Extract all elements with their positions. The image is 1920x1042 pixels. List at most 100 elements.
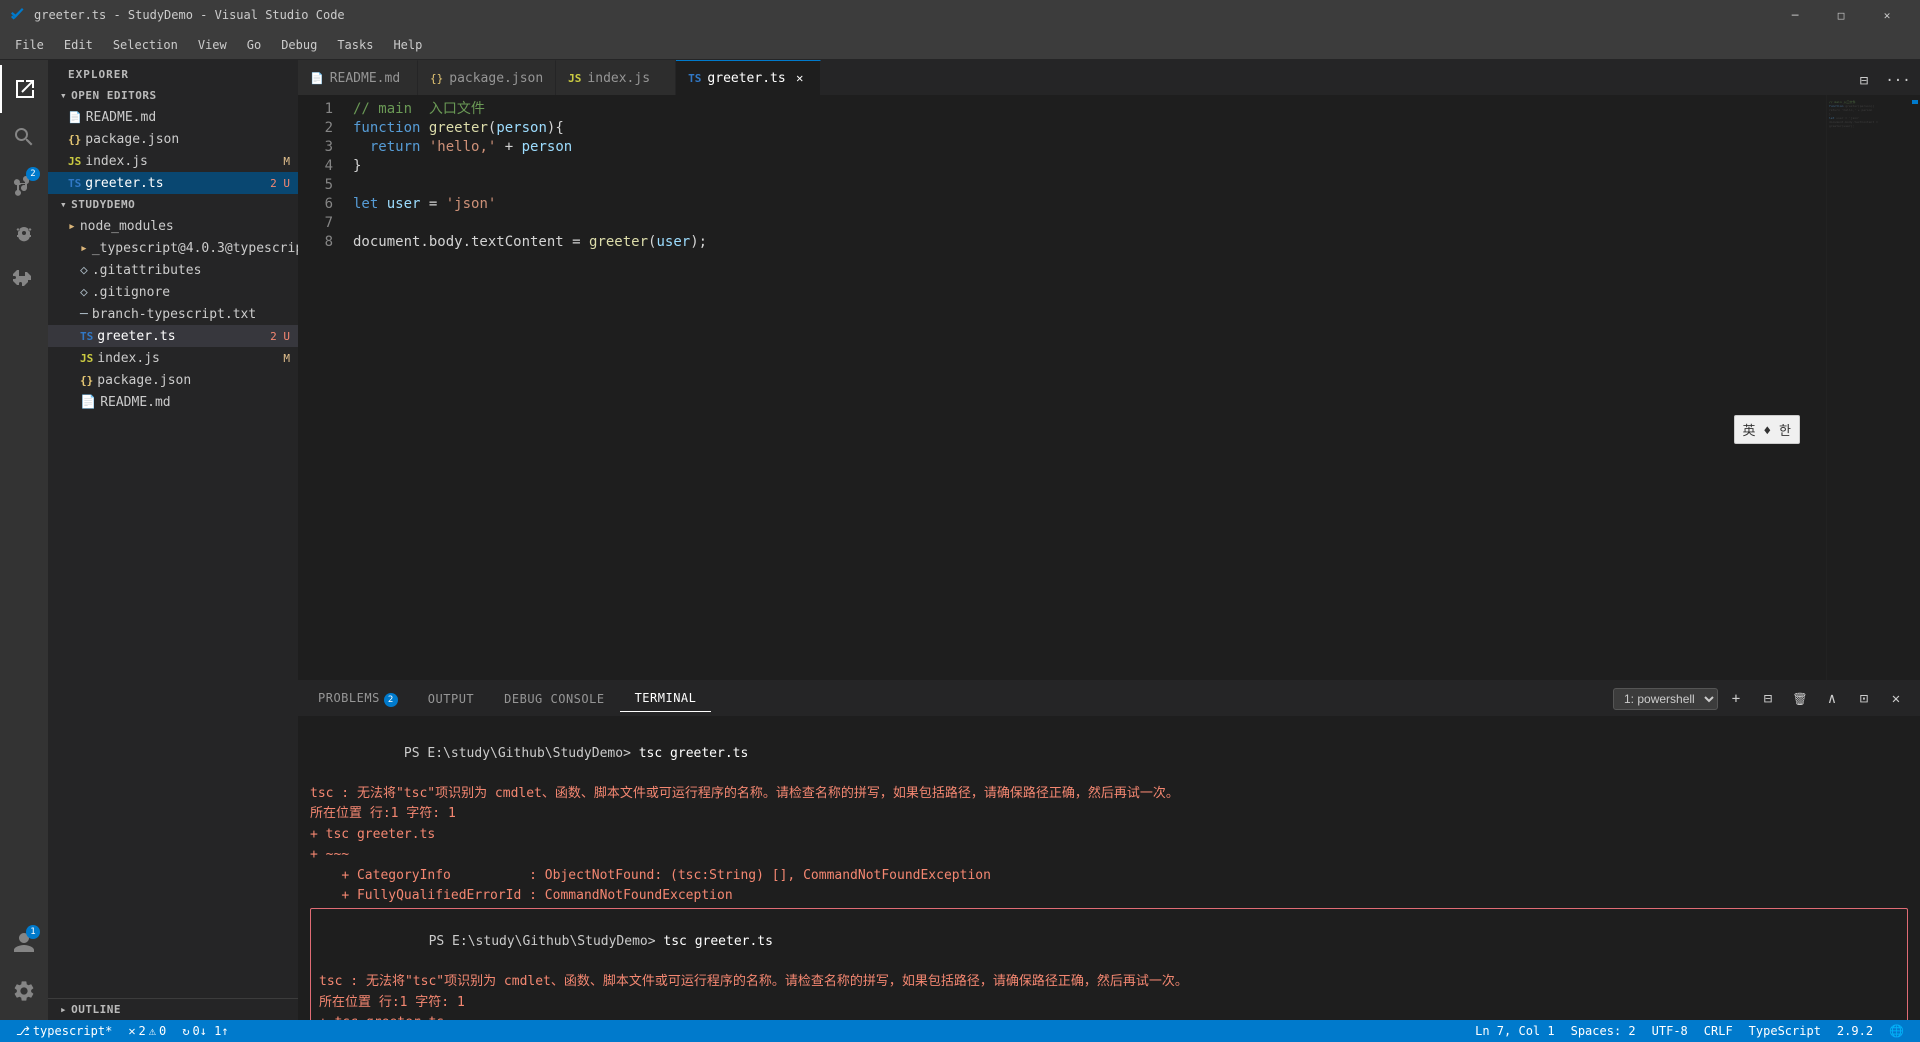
menu-edit[interactable]: Edit (54, 34, 103, 56)
code-line-7 (353, 214, 1826, 233)
open-editors-section[interactable]: ▾ Open Editors (48, 85, 298, 106)
indentation[interactable]: Spaces: 2 (1563, 1020, 1644, 1042)
readme-item[interactable]: 📄 README.md (48, 391, 298, 413)
split-terminal-button[interactable]: ⊟ (1754, 685, 1782, 713)
menu-debug[interactable]: Debug (271, 34, 327, 56)
packagejson-item[interactable]: {} package.json (48, 369, 298, 391)
errors-status[interactable]: ✕ 2 ⚠ 0 (120, 1020, 174, 1042)
accounts-badge: 1 (26, 925, 40, 939)
code-line-4: } (353, 157, 1826, 176)
tab-readme[interactable]: 📄 README.md (298, 60, 418, 95)
terminal-content[interactable]: PS E:\study\Github\StudyDemo> tsc greete… (298, 716, 1920, 1020)
node-modules-item[interactable]: ▸ node_modules (48, 215, 298, 237)
ts-file-icon: TS (68, 177, 81, 190)
feedback-icon: 🌐 (1889, 1024, 1904, 1038)
open-editor-indexjs[interactable]: JS index.js M (48, 150, 298, 172)
panel-tabs: PROBLEMS2 OUTPUT DEBUG CONSOLE TERMINAL … (298, 681, 1920, 716)
close-button[interactable]: ✕ (1864, 0, 1910, 30)
readme-icon: 📄 (80, 395, 96, 410)
menu-tasks[interactable]: Tasks (327, 34, 383, 56)
folder-icon-2: ▸ (80, 241, 88, 256)
terminal-error-line-6: + FullyQualifiedErrorId : CommandNotFoun… (310, 886, 1908, 906)
studydemo-section[interactable]: ▾ StudyDemo (48, 194, 298, 215)
code-area[interactable]: // main 入口文件 function greeter(person){ r… (343, 95, 1826, 680)
js-file-icon: JS (68, 155, 81, 168)
maximize-button[interactable]: □ (1818, 0, 1864, 30)
ts-version[interactable]: 2.9.2 (1829, 1020, 1881, 1042)
js-tab-icon: JS (568, 72, 581, 85)
warning-icon: ⚠ (149, 1024, 156, 1038)
typescript-item[interactable]: ▸ _typescript@4.0.3@typescript (48, 237, 298, 259)
menu-file[interactable]: File (5, 34, 54, 56)
feedback-button[interactable]: 🌐 (1881, 1020, 1912, 1042)
panel-toolbar: 1: powershell + ⊟ 🗑 ∧ ⊡ ✕ (1613, 685, 1915, 713)
panel-close-button[interactable]: ✕ (1882, 685, 1910, 713)
editor-tabs: 📄 README.md {} package.json JS index.js … (298, 60, 1920, 95)
sync-icon: ↻ (182, 1024, 189, 1038)
editor-area: 📄 README.md {} package.json JS index.js … (298, 60, 1920, 1020)
chevron-right-icon: ▸ (60, 1003, 67, 1016)
explorer-activity-icon[interactable] (0, 65, 48, 113)
tab-indexjs[interactable]: JS index.js (556, 60, 676, 95)
outline-section[interactable]: ▸ Outline (48, 998, 298, 1020)
menu-go[interactable]: Go (237, 34, 271, 56)
indexjs-item[interactable]: JS index.js M (48, 347, 298, 369)
ime-popup: 英 ♦ 한 (1734, 415, 1800, 444)
extensions-activity-icon[interactable] (0, 257, 48, 305)
terminal-selector[interactable]: 1: powershell (1613, 688, 1718, 710)
code-line-3: return 'hello,' + person (353, 138, 1826, 157)
gitattributes-item[interactable]: ◇ .gitattributes (48, 259, 298, 281)
menu-help[interactable]: Help (383, 34, 432, 56)
ts-tab-icon: TS (688, 72, 701, 85)
encoding[interactable]: UTF-8 (1644, 1020, 1696, 1042)
tab-packagejson[interactable]: {} package.json (418, 60, 556, 95)
minimize-button[interactable]: ─ (1772, 0, 1818, 30)
ts-badge: 2 U (270, 330, 290, 343)
branch-txt-item[interactable]: ─ branch-typescript.txt (48, 303, 298, 325)
menu-view[interactable]: View (188, 34, 237, 56)
ts-icon: TS (80, 330, 93, 343)
open-editor-packagejson[interactable]: {} package.json (48, 128, 298, 150)
open-editor-readme[interactable]: 📄 README.md (48, 106, 298, 128)
output-tab[interactable]: OUTPUT (413, 686, 489, 712)
sidebar-header: Explorer (48, 60, 298, 85)
accounts-activity-icon[interactable]: 1 (0, 919, 48, 967)
panel-maximize-button[interactable]: ∧ (1818, 685, 1846, 713)
sync-status[interactable]: ↻ 0↓ 1↑ (174, 1020, 236, 1042)
titlebar-controls: ─ □ ✕ (1772, 0, 1910, 30)
problems-tab[interactable]: PROBLEMS2 (303, 685, 413, 713)
new-terminal-button[interactable]: + (1722, 685, 1750, 713)
menu-selection[interactable]: Selection (103, 34, 188, 56)
line-ending[interactable]: CRLF (1696, 1020, 1741, 1042)
open-editor-greetertts[interactable]: TS greeter.ts 2 U (48, 172, 298, 194)
more-actions-button[interactable]: ··· (1884, 67, 1912, 95)
gitignore-icon: ◇ (80, 285, 88, 300)
terminal-highlighted-error-1: tsc : 无法将"tsc"项识别为 cmdlet、函数、脚本文件或可运行程序的… (319, 972, 1899, 992)
minimap: // main 入口文件 function greeter(person){ r… (1826, 95, 1906, 680)
code-line-8: document.body.textContent = greeter(user… (353, 233, 1826, 252)
greetertts-item[interactable]: TS greeter.ts 2 U (48, 325, 298, 347)
settings-activity-icon[interactable] (0, 967, 48, 1015)
gitattributes-icon: ◇ (80, 263, 88, 278)
gitignore-item[interactable]: ◇ .gitignore (48, 281, 298, 303)
txt-icon: ─ (80, 307, 88, 322)
git-branch-icon: ⎇ (16, 1024, 30, 1038)
debug-activity-icon[interactable] (0, 209, 48, 257)
cursor-position[interactable]: Ln 7, Col 1 (1467, 1020, 1562, 1042)
kill-terminal-button[interactable]: 🗑 (1786, 685, 1814, 713)
terminal-tab[interactable]: TERMINAL (620, 685, 712, 712)
tab-close-button[interactable]: ✕ (792, 70, 808, 86)
source-control-activity-icon[interactable]: 2 (0, 161, 48, 209)
language-mode[interactable]: TypeScript (1741, 1020, 1829, 1042)
tab-greetertts[interactable]: TS greeter.ts ✕ (676, 60, 821, 95)
debug-console-tab[interactable]: DEBUG CONSOLE (489, 686, 619, 712)
terminal-highlight-block: PS E:\study\Github\StudyDemo> tsc greete… (310, 908, 1908, 1021)
terminal-error-line-4: + ~~~ (310, 845, 1908, 865)
json-icon: {} (80, 374, 93, 387)
branch-status[interactable]: ⎇ typescript* (8, 1020, 120, 1042)
split-editor-button[interactable]: ⊟ (1850, 67, 1878, 95)
panel-layout-button[interactable]: ⊡ (1850, 685, 1878, 713)
search-activity-icon[interactable] (0, 113, 48, 161)
panel: PROBLEMS2 OUTPUT DEBUG CONSOLE TERMINAL … (298, 680, 1920, 1020)
titlebar-title: greeter.ts - StudyDemo - Visual Studio C… (34, 8, 1772, 22)
